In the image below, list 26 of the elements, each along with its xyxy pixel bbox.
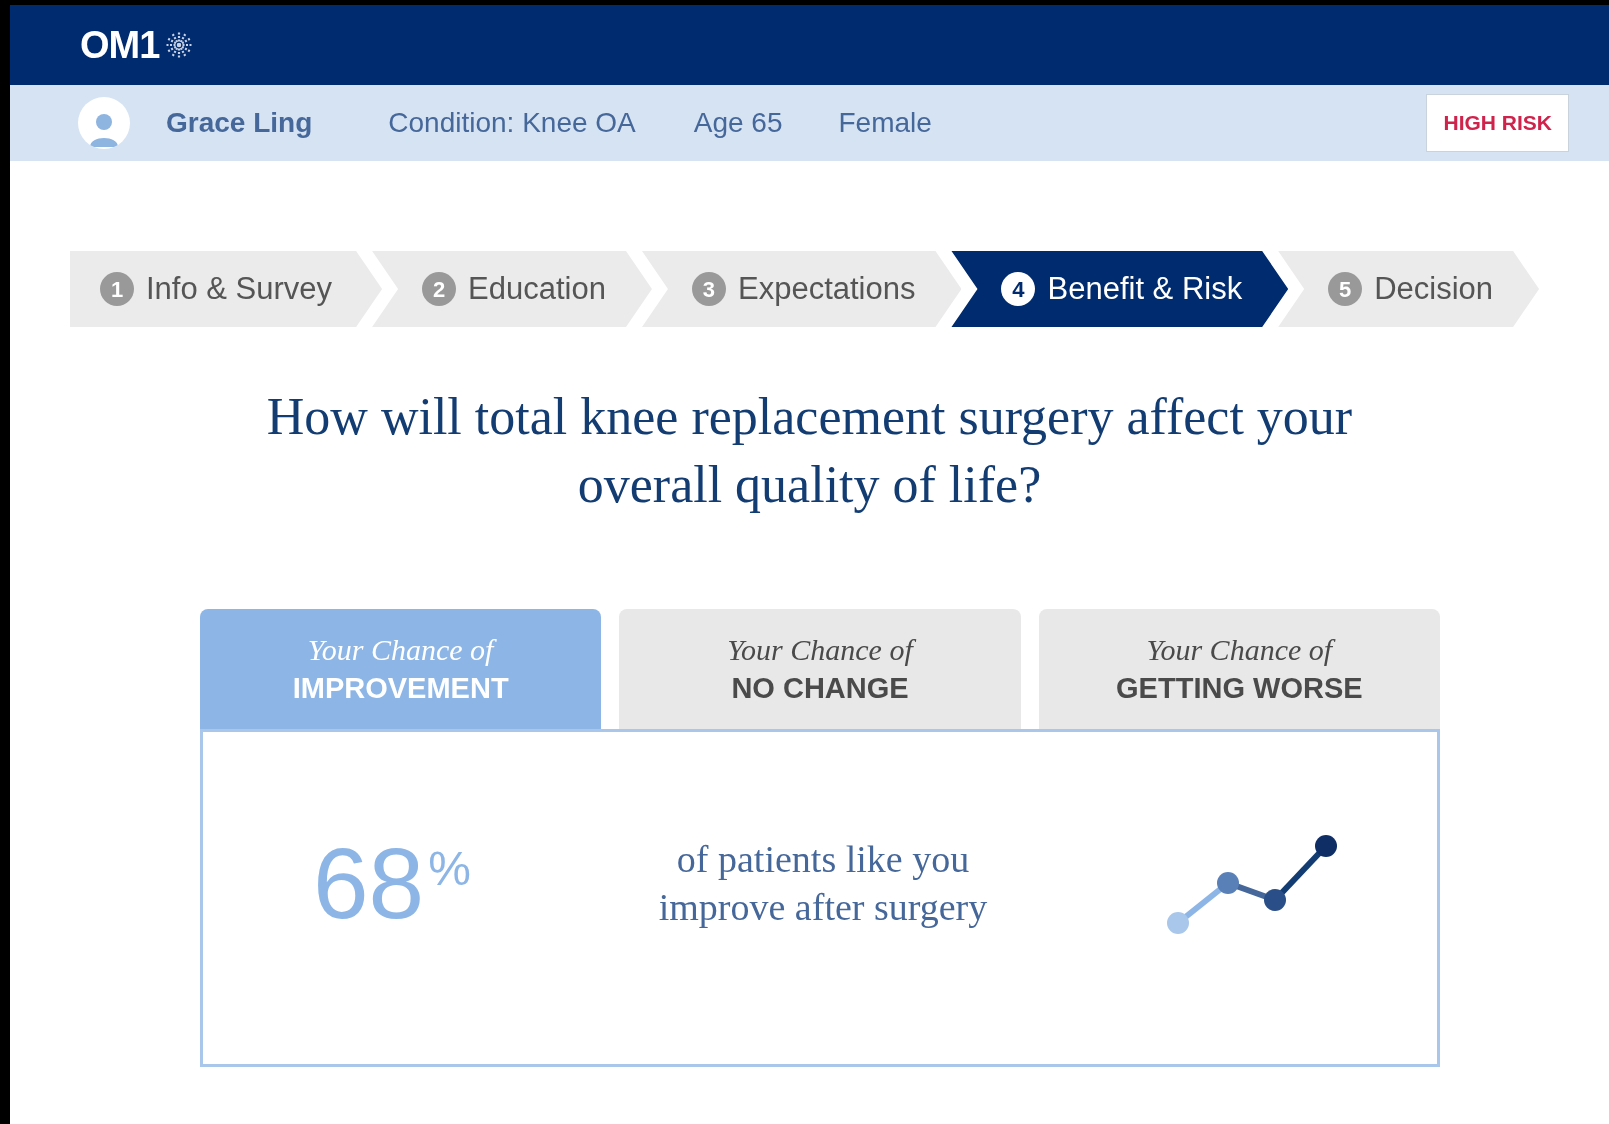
tab-label: NO CHANGE — [731, 671, 909, 706]
patient-sex: Female — [838, 106, 932, 140]
step-number: 3 — [692, 272, 726, 306]
step-number: 1 — [100, 272, 134, 306]
result-unit: % — [428, 845, 471, 893]
step-tab[interactable]: 3 Expectations — [642, 251, 962, 327]
tab-label: IMPROVEMENT — [292, 671, 509, 706]
outcome-tab[interactable]: Your Chance of NO CHANGE — [619, 609, 1021, 729]
step-tab[interactable]: 1 Info & Survey — [70, 251, 383, 327]
step-tab[interactable]: 5 Decision — [1278, 251, 1540, 327]
step-number: 4 — [1001, 272, 1036, 306]
patient-age: Age 65 — [693, 106, 783, 140]
step-number: 5 — [1328, 272, 1363, 306]
risk-badge: HIGH RISK — [1426, 94, 1569, 152]
tab-label: GETTING WORSE — [1116, 671, 1363, 706]
patient-condition: Condition: Knee OA — [388, 106, 636, 140]
question-heading: How will total knee replacement surgery affect your overall quality of life? — [265, 387, 1354, 515]
patient-name: Grace Ling — [166, 106, 313, 140]
step-tab[interactable]: 2 Education — [372, 251, 652, 327]
result-description: of patients like you improve after surgery — [657, 837, 989, 930]
outcome-tab[interactable]: Your Chance of GETTING WORSE — [1038, 609, 1440, 729]
logo-text: OM1 — [80, 22, 160, 68]
result-value: 68 — [313, 833, 425, 933]
avatar-icon — [78, 97, 130, 149]
step-number: 2 — [422, 272, 457, 306]
step-tab[interactable]: 4 Benefit & Risk — [951, 251, 1289, 327]
